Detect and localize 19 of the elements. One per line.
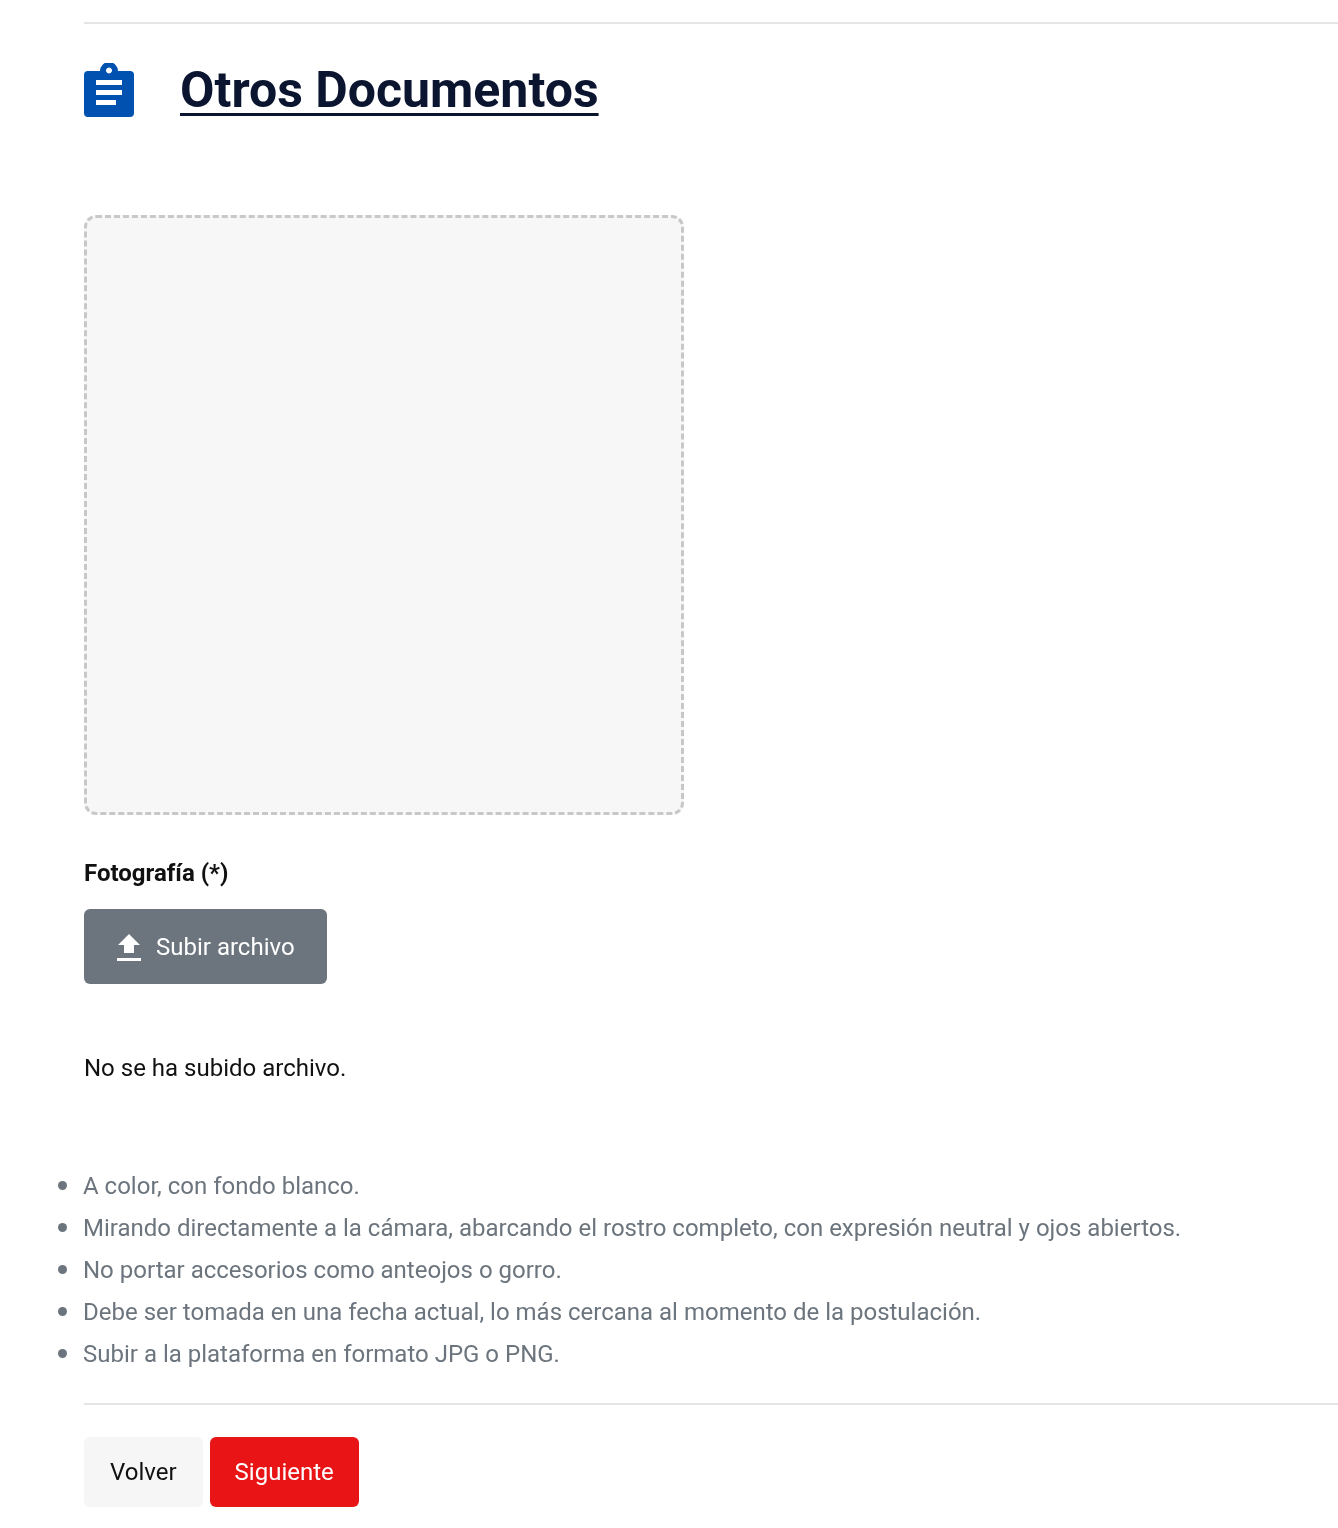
bullet-icon — [58, 1307, 67, 1316]
page-title: Otros Documentos — [180, 65, 599, 115]
field-label: Fotografía (*) — [84, 858, 230, 889]
upload-icon — [116, 931, 142, 962]
upload-button[interactable]: Subir archivo — [84, 909, 327, 984]
requirement-text: No portar accesorios como anteojos o gorro. — [83, 1254, 562, 1286]
photo-dropzone[interactable] — [84, 215, 684, 815]
bullet-icon — [58, 1265, 67, 1274]
clipboard-icon — [84, 63, 134, 117]
requirement-text: Mirando directamente a la cámara, abarcando el rostro completo, con expresión neutral y ojos abiertos. — [83, 1212, 1182, 1244]
requirement-text: A color, con fondo blanco. — [83, 1170, 360, 1202]
bullet-icon — [58, 1223, 67, 1232]
back-button[interactable]: Volver — [84, 1437, 203, 1507]
bullet-icon — [58, 1349, 67, 1358]
upload-status: No se ha subido archivo. — [84, 1053, 348, 1084]
requirement-text: Debe ser tomada en una fecha actual, lo más cercana al momento de la postulación. — [83, 1296, 982, 1328]
next-button[interactable]: Siguiente — [209, 1437, 359, 1507]
requirement-text: Subir a la plataforma en formato JPG o PNG. — [83, 1338, 560, 1370]
bullet-icon — [58, 1181, 67, 1190]
